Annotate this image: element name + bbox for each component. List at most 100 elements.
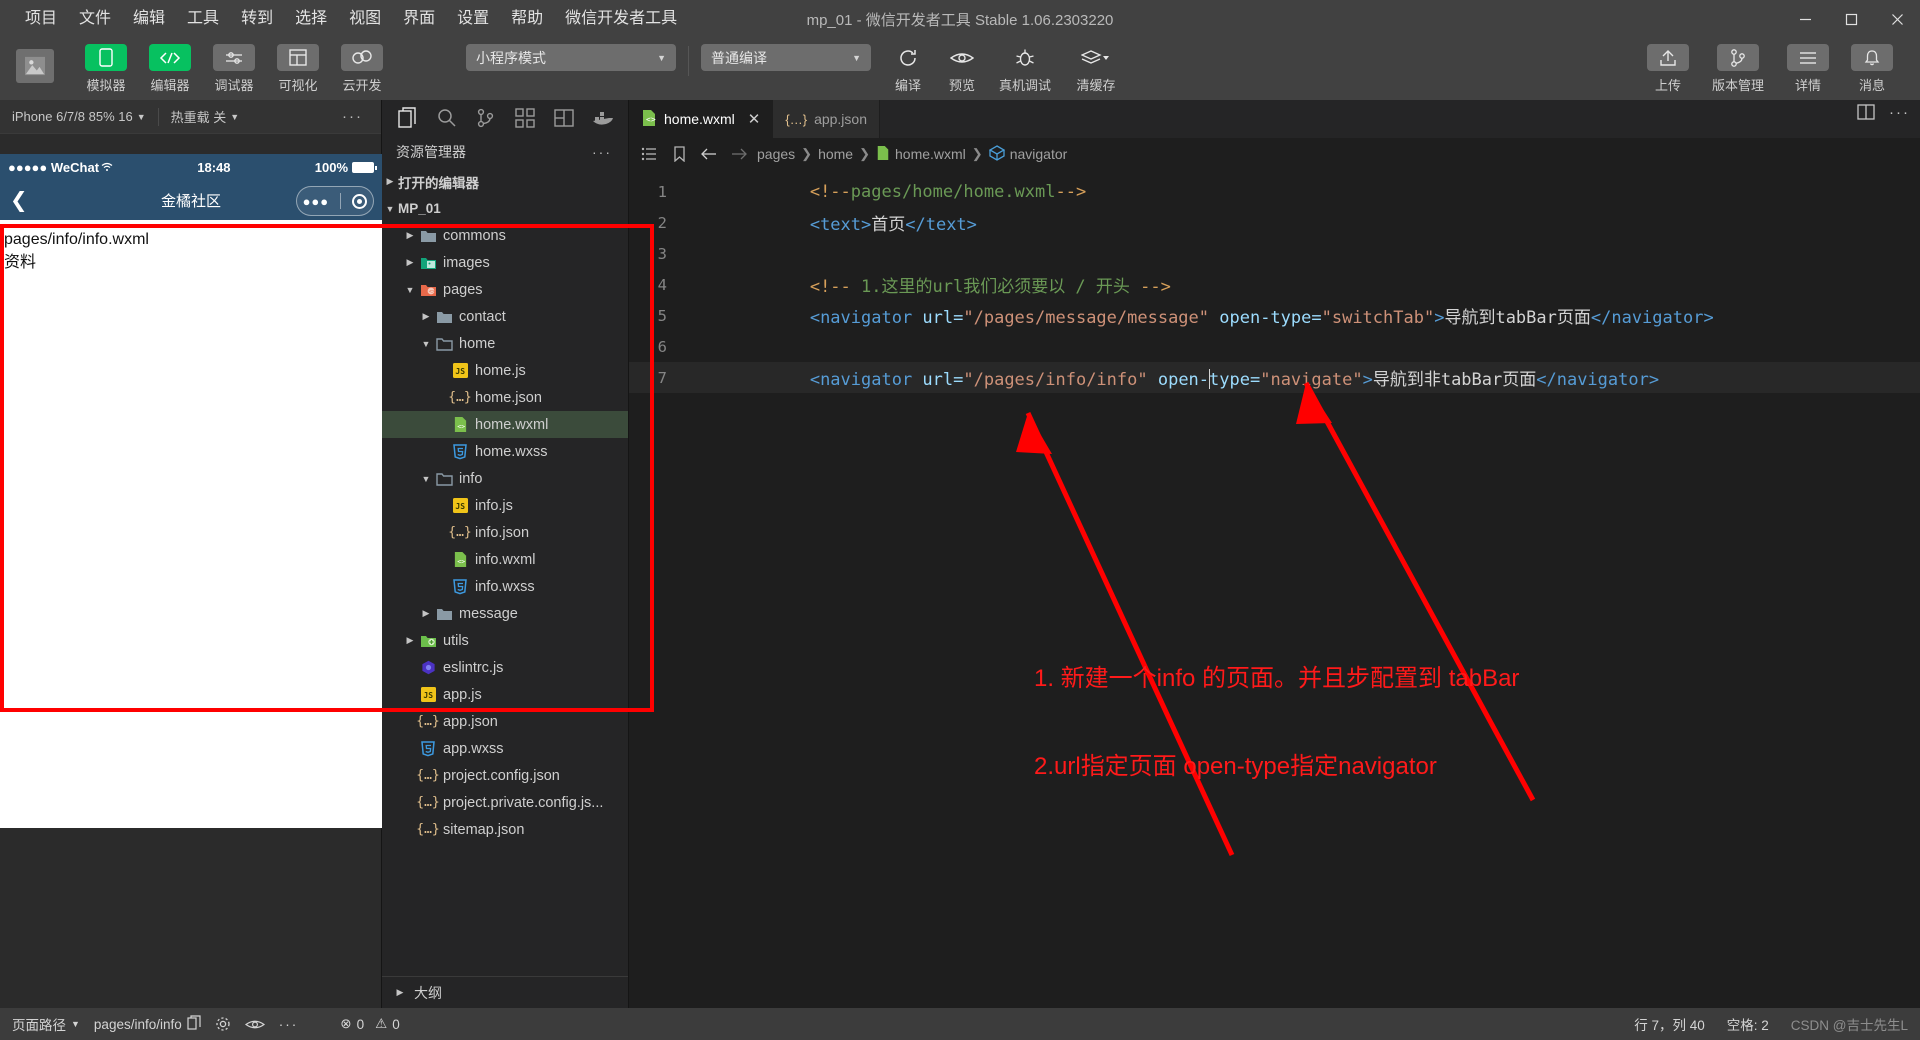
status-problems[interactable]: ⊗ 0 ⚠ 0 — [340, 1016, 399, 1032]
breadcrumb-item-file[interactable]: home.wxml — [876, 145, 966, 164]
wechat-capsule[interactable]: ●●● — [296, 186, 374, 216]
toolbar-button-debugger[interactable]: 调试器 — [207, 44, 261, 94]
tree-item-info-wxss[interactable]: ▶info.wxss — [382, 573, 628, 600]
cloud-docker-icon[interactable] — [583, 101, 622, 135]
tree-item-project-config-json[interactable]: ▶{…}project.config.json — [382, 762, 628, 789]
menu-item-select[interactable]: 选择 — [284, 7, 338, 31]
toolbar-button-details[interactable]: 详情 — [1781, 44, 1835, 94]
chevron-down-icon[interactable]: ▼ — [402, 285, 418, 295]
menu-item-ui[interactable]: 界面 — [392, 7, 446, 31]
breadcrumb-item-symbol[interactable]: navigator — [988, 144, 1067, 164]
chevron-down-icon[interactable]: ▼ — [382, 204, 398, 214]
chevron-down-icon[interactable]: ▼ — [418, 339, 434, 349]
compile-mode-select[interactable]: 普通编译 ▼ — [701, 44, 871, 71]
tree-item-home[interactable]: ▼ home — [382, 330, 628, 357]
close-icon[interactable]: ✕ — [748, 110, 761, 128]
explorer-more-button[interactable]: ··· — [592, 144, 622, 160]
toolbar-button-visual[interactable]: 可视化 — [271, 44, 325, 94]
copy-icon[interactable] — [187, 1015, 201, 1033]
search-icon[interactable] — [427, 101, 466, 135]
chevron-right-icon[interactable]: ▶ — [382, 176, 398, 187]
menu-item-tools[interactable]: 工具 — [176, 7, 230, 31]
status-settings-icon[interactable] — [215, 1016, 231, 1032]
close-button[interactable] — [1874, 0, 1920, 38]
tree-item-info-json[interactable]: ▶{…}info.json — [382, 519, 628, 546]
maximize-button[interactable] — [1828, 0, 1874, 38]
tree-item-app-wxss[interactable]: ▶app.wxss — [382, 735, 628, 762]
menu-item-devtools[interactable]: 微信开发者工具 — [554, 7, 688, 31]
tree-item-home-json[interactable]: ▶{…}home.json — [382, 384, 628, 411]
bookmark-icon[interactable] — [667, 146, 691, 162]
tree-item-info-js[interactable]: ▶JSinfo.js — [382, 492, 628, 519]
chevron-right-icon[interactable]: ▶ — [418, 608, 434, 619]
menu-item-view[interactable]: 视图 — [338, 7, 392, 31]
code-line-7[interactable]: 7 <navigator url="/pages/info/info" open… — [629, 362, 1920, 393]
status-cursor-position[interactable]: 行 7，列 40 — [1634, 1014, 1705, 1034]
toolbar-button-simulator[interactable]: 模拟器 — [79, 44, 133, 94]
menu-item-goto[interactable]: 转到 — [230, 7, 284, 31]
navigate-back-icon[interactable] — [697, 147, 721, 161]
toolbar-button-cloud[interactable]: 云开发 — [335, 44, 389, 94]
files-icon[interactable] — [388, 101, 427, 135]
chevron-right-icon[interactable]: ▶ — [418, 311, 434, 322]
menu-item-file[interactable]: 文件 — [68, 7, 122, 31]
extensions-icon[interactable] — [505, 101, 544, 135]
capsule-close-icon[interactable] — [352, 193, 368, 209]
status-more-button[interactable]: ··· — [279, 1017, 299, 1032]
toolbar-button-editor[interactable]: 编辑器 — [143, 44, 197, 94]
tree-item-info-wxml[interactable]: ▶<>info.wxml — [382, 546, 628, 573]
toolbar-button-compile[interactable]: 编译 — [885, 44, 931, 94]
menu-item-edit[interactable]: 编辑 — [122, 7, 176, 31]
tree-item-home-wxml[interactable]: ▶<>home.wxml — [382, 411, 628, 438]
chevron-right-icon[interactable]: ▶ — [392, 987, 408, 998]
menu-item-help[interactable]: 帮助 — [500, 7, 554, 31]
status-page-path-value-group[interactable]: pages/info/info — [94, 1015, 201, 1033]
code-line-2[interactable]: 2 <text>首页</text> — [629, 207, 1920, 238]
tree-item-sitemap-json[interactable]: ▶{…}sitemap.json — [382, 816, 628, 843]
tree-item-message[interactable]: ▶ message — [382, 600, 628, 627]
code-area[interactable]: 1 <!--pages/home/home.wxml--> 2 <text>首页… — [629, 170, 1920, 1008]
simulator-more-button[interactable]: ··· — [342, 108, 381, 125]
tree-item-info[interactable]: ▼ info — [382, 465, 628, 492]
toolbar-button-preview[interactable]: 预览 — [939, 44, 985, 94]
breadcrumb-item-home[interactable]: home — [818, 146, 853, 162]
mode-select[interactable]: 小程序模式 ▼ — [466, 44, 676, 71]
tree-item-app-js[interactable]: ▶JSapp.js — [382, 681, 628, 708]
tree-item-app-json[interactable]: ▶{…}app.json — [382, 708, 628, 735]
minimize-button[interactable] — [1782, 0, 1828, 38]
more-icon[interactable]: ··· — [1889, 104, 1910, 123]
status-indentation[interactable]: 空格: 2 — [1727, 1014, 1769, 1034]
menu-item-settings[interactable]: 设置 — [446, 7, 500, 31]
chevron-down-icon[interactable]: ▼ — [418, 474, 434, 484]
breadcrumb-item-pages[interactable]: pages — [757, 146, 795, 162]
tree-item-images[interactable]: ▶ images — [382, 249, 628, 276]
tree-item-eslintrc-js[interactable]: ▶eslintrc.js — [382, 654, 628, 681]
tree-section-open-editors[interactable]: ▶ 打开的编辑器 — [382, 168, 628, 195]
menu-item-project[interactable]: 项目 — [14, 7, 68, 31]
tree-section-project[interactable]: ▼ MP_01 — [382, 195, 628, 222]
hot-reload-selector[interactable]: 热重载 关 ▼ — [159, 107, 252, 126]
tab-home-wxml[interactable]: <> home.wxml ✕ — [629, 100, 774, 138]
toolbar-button-messages[interactable]: 消息 — [1845, 44, 1899, 94]
chevron-right-icon[interactable]: ▶ — [402, 257, 418, 268]
status-eye-icon[interactable] — [244, 1018, 265, 1031]
outline-list-icon[interactable] — [637, 147, 661, 161]
file-tree[interactable]: ▶ 打开的编辑器 ▼ MP_01 ▶ commons ▶ images ▼ <> pages… — [382, 168, 628, 976]
toolbar-button-upload[interactable]: 上传 — [1641, 44, 1695, 94]
split-editor-icon[interactable] — [1857, 104, 1875, 123]
tab-app-json[interactable]: {…} app.json — [773, 100, 880, 138]
toolbar-button-clear-cache[interactable]: 清缓存 — [1065, 44, 1127, 94]
user-avatar[interactable] — [16, 49, 54, 83]
navigate-forward-icon[interactable] — [727, 147, 751, 161]
tree-item-project-private-config-js-[interactable]: ▶{…}project.private.config.js... — [382, 789, 628, 816]
tree-item-pages[interactable]: ▼ <> pages — [382, 276, 628, 303]
tree-item-contact[interactable]: ▶ contact — [382, 303, 628, 330]
tree-item-commons[interactable]: ▶ commons — [382, 222, 628, 249]
source-control-icon[interactable] — [466, 101, 505, 135]
capsule-more-icon[interactable]: ●●● — [303, 194, 330, 209]
device-selector[interactable]: iPhone 6/7/8 85% 16 ▼ — [0, 109, 158, 124]
layout-panel-icon[interactable] — [544, 101, 583, 135]
tree-item-home-wxss[interactable]: ▶home.wxss — [382, 438, 628, 465]
toolbar-button-version[interactable]: 版本管理 — [1705, 44, 1771, 94]
toolbar-button-device-debug[interactable]: 真机调试 — [993, 44, 1057, 94]
